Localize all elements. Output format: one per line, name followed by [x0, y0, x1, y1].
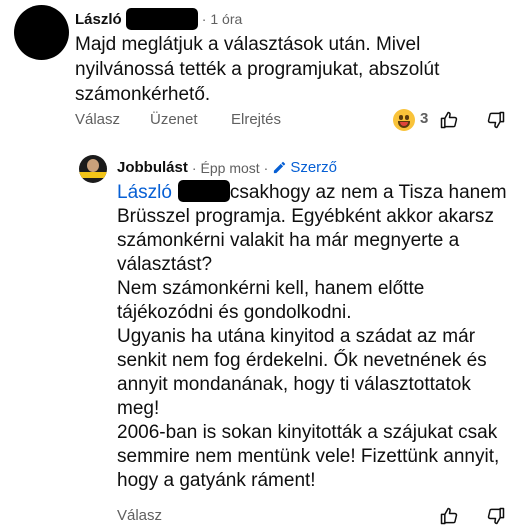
reply-text-line: semmire nem mentünk vele! Fizettünk anny…	[117, 446, 500, 467]
avatar[interactable]	[79, 155, 107, 183]
reply-button[interactable]: Válasz	[75, 110, 120, 130]
redacted-name	[125, 8, 198, 30]
reply-text-line: hogy a gatyánk ráment!	[117, 470, 316, 491]
separator: ·	[191, 159, 197, 176]
author-badge-label: Szerző	[290, 159, 338, 176]
separator: ·	[263, 159, 269, 176]
comment-text-line: Majd meglátjuk a választások után. Mivel	[75, 34, 421, 55]
reply-text-line: László csakhogy az nem a Tisza hanem	[117, 180, 517, 205]
reply-text-line: választást?	[117, 254, 213, 275]
laughing-emoji-icon[interactable]	[393, 109, 415, 131]
thumb-down-icon[interactable]	[486, 110, 506, 130]
comment-text-line: számonkérhető.	[75, 84, 211, 105]
comment-text: Majd meglátjuk a választások után. Mivel…	[75, 32, 495, 107]
mention-link[interactable]: László	[117, 182, 172, 203]
comment-time: 1 óra	[210, 11, 243, 27]
comment-actions: Válasz Üzenet Elrejtés 3	[75, 109, 515, 132]
comment-text-line: nyilvánossá tették a programjukat, abszo…	[75, 59, 440, 80]
thumb-up-icon[interactable]	[439, 506, 459, 526]
reply-text-line: Nem számonkérni kell, hanem előtte	[117, 278, 425, 299]
comment-header: László · 1 óra	[75, 8, 242, 30]
reply-text-line: annyit mondanának, hogy ti választottato…	[117, 374, 471, 395]
pencil-icon	[274, 161, 286, 174]
reply-text: László csakhogy az nem a Tisza hanem Brüs…	[117, 180, 517, 493]
reply-time: Épp most	[200, 159, 260, 176]
reaction-count: 3	[420, 110, 429, 127]
reply-text-line: senkit nem fog érdekelni. Ők nevetnének …	[117, 350, 487, 371]
message-button[interactable]: Üzenet	[150, 110, 198, 130]
author-badge: Szerző	[272, 159, 337, 176]
reply-text-line: Ugyanis ha utána kinyitod a szádat az má…	[117, 326, 476, 347]
reply-header: Jobbulást · Épp most · Szerző	[117, 159, 337, 176]
avatar-redacted[interactable]	[14, 5, 69, 60]
reply-text-first-rest: csakhogy az nem a Tisza hanem	[229, 182, 507, 203]
reply-author[interactable]: Jobbulást	[117, 159, 188, 176]
reply-text-line: meg!	[117, 398, 160, 419]
thumb-up-icon[interactable]	[439, 110, 459, 130]
comment-author[interactable]: László	[75, 11, 122, 28]
hide-button[interactable]: Elrejtés	[231, 110, 281, 130]
separator: ·	[201, 11, 207, 27]
thumb-down-icon[interactable]	[486, 506, 506, 526]
redacted-name	[177, 180, 230, 202]
reply-text-line: 2006-ban is sokan kinyitották a szájukat…	[117, 422, 498, 443]
reply-text-line: tájékozódni és gondolkodni.	[117, 302, 352, 323]
reply-button[interactable]: Válasz	[117, 506, 162, 526]
reply-actions: Válasz	[117, 506, 517, 526]
reply-text-line: számonkérni valakit ha már megnyerte a	[117, 230, 460, 251]
reply-text-line: Brüsszel programja. Egyébként akkor akar…	[117, 206, 494, 227]
